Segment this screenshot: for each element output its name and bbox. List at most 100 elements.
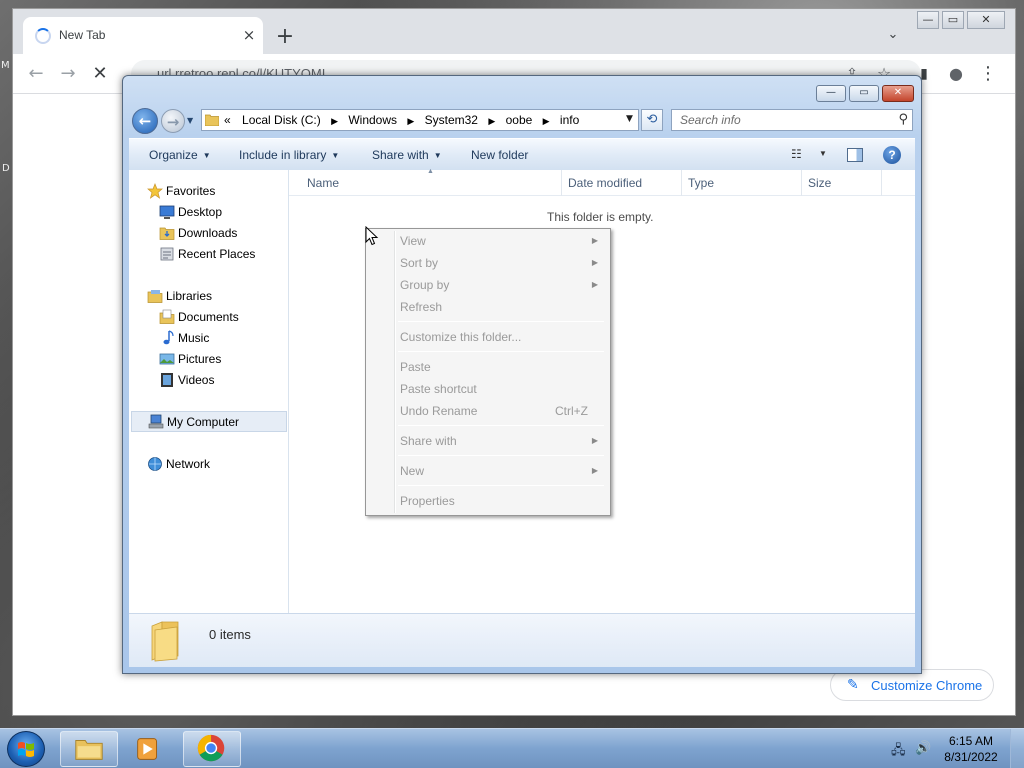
taskbar-chrome-button[interactable] [183, 731, 241, 767]
menu-item-properties[interactable]: Properties [368, 491, 608, 511]
network-icon[interactable]: 🖧 [891, 741, 906, 763]
tab-new-tab[interactable]: New Tab × [23, 17, 263, 54]
taskbar: 🖧 🔊 6:15 AM 8/31/2022 [0, 728, 1024, 768]
nav-item-desktop[interactable]: Desktop [129, 202, 287, 222]
search-box: ⚲ [671, 109, 913, 131]
change-view-icon[interactable]: ☷ [791, 147, 802, 161]
column-header-date-modified[interactable]: Date modified [568, 176, 642, 190]
new-tab-button[interactable]: + [271, 24, 299, 52]
column-divider[interactable] [561, 170, 562, 196]
menu-item-group-by[interactable]: Group by ▶ [368, 275, 608, 295]
stop-loading-icon[interactable]: ✕ [87, 61, 113, 87]
menu-item-new[interactable]: New ▶ [368, 461, 608, 481]
libraries-icon [147, 290, 163, 303]
nav-item-favorites[interactable]: Favorites [129, 181, 287, 201]
chrome-menu-icon[interactable]: ⋮ [975, 61, 1001, 87]
nav-item-libraries[interactable]: Libraries [129, 286, 287, 306]
chevron-down-icon: ▼ [433, 151, 442, 160]
nav-item-my-computer[interactable]: My Computer [131, 411, 287, 432]
tab-title: New Tab [59, 28, 106, 42]
star-icon [147, 183, 163, 199]
sort-ascending-icon: ▲ [427, 168, 434, 175]
downloads-folder-icon [159, 227, 175, 240]
include-in-library-button[interactable]: Include in library ▼ [239, 148, 339, 162]
explorer-address-bar[interactable]: « Local Disk (C:) ▶ Windows ▶ System32 ▶… [201, 109, 639, 131]
breadcrumb-item[interactable]: Local Disk (C:) [242, 113, 321, 127]
chevron-right-icon[interactable]: ▶ [331, 116, 338, 127]
forward-arrow-icon[interactable]: → [161, 109, 185, 133]
volume-icon[interactable]: 🔊 [915, 741, 931, 756]
breadcrumb-item[interactable]: Windows [348, 113, 397, 127]
profile-avatar-icon[interactable]: ● [943, 61, 969, 87]
menu-item-view[interactable]: View ▶ [368, 231, 608, 251]
nav-item-network[interactable]: Network [129, 454, 287, 474]
breadcrumb-item[interactable]: System32 [425, 113, 478, 127]
folder-icon [205, 114, 219, 126]
share-with-button[interactable]: Share with ▼ [372, 148, 442, 162]
new-folder-button[interactable]: New folder [471, 148, 528, 162]
menu-item-sort-by[interactable]: Sort by ▶ [368, 253, 608, 273]
submenu-arrow-icon: ▶ [591, 258, 598, 267]
nav-item-videos[interactable]: Videos [129, 370, 287, 390]
forward-arrow-icon[interactable]: → [55, 61, 81, 87]
column-header-type[interactable]: Type [688, 176, 714, 190]
pictures-icon [159, 353, 175, 365]
column-header-size[interactable]: Size [808, 176, 831, 190]
chrome-tabstrip: New Tab × + ⌄ — ▭ ✕ [13, 9, 1015, 54]
preview-pane-icon[interactable] [847, 148, 863, 162]
breadcrumb-item[interactable]: info [560, 113, 579, 127]
menu-item-label: Share with [400, 434, 457, 448]
menu-item-paste[interactable]: Paste [368, 357, 608, 377]
item-count: 0 items [209, 627, 251, 642]
menu-item-customize-folder[interactable]: Customize this folder... [368, 327, 608, 347]
nav-item-downloads[interactable]: Downloads [129, 223, 287, 243]
taskbar-explorer-button[interactable] [60, 731, 118, 767]
menu-item-paste-shortcut[interactable]: Paste shortcut [368, 379, 608, 399]
nav-item-music[interactable]: Music [129, 328, 287, 348]
search-icon[interactable]: ⚲ [898, 112, 908, 127]
chrome-minimize-button[interactable]: — [917, 11, 939, 29]
explorer-minimize-button[interactable]: — [816, 85, 846, 102]
start-button[interactable] [7, 731, 45, 767]
chevron-down-icon[interactable]: ▼ [819, 149, 827, 158]
breadcrumb-overflow[interactable]: « [224, 113, 231, 127]
column-divider[interactable] [881, 170, 882, 196]
menu-item-undo-rename[interactable]: Undo Rename Ctrl+Z [368, 401, 608, 421]
back-arrow-icon[interactable]: ← [132, 108, 158, 134]
organize-button[interactable]: Organize ▼ [149, 148, 211, 162]
chevron-right-icon[interactable]: ▶ [488, 116, 495, 127]
chevron-right-icon[interactable]: ▶ [543, 116, 550, 127]
chrome-close-button[interactable]: ✕ [967, 11, 1005, 29]
chrome-maximize-button[interactable]: ▭ [942, 11, 964, 29]
nav-item-pictures[interactable]: Pictures [129, 349, 287, 369]
menu-item-share-with[interactable]: Share with ▶ [368, 431, 608, 451]
menu-item-refresh[interactable]: Refresh [368, 297, 608, 317]
nav-item-documents[interactable]: Documents [129, 307, 287, 327]
chevron-down-icon[interactable]: ▼ [626, 114, 633, 124]
refresh-icon[interactable]: ⟲ [641, 109, 663, 131]
nav-item-label: Desktop [178, 205, 223, 219]
tab-close-icon[interactable]: × [239, 25, 259, 45]
column-divider[interactable] [801, 170, 802, 196]
system-clock[interactable]: 6:15 AM 8/31/2022 [936, 733, 1006, 765]
folder-icon [151, 621, 179, 662]
taskbar-media-player-button[interactable] [122, 731, 176, 767]
column-divider[interactable] [681, 170, 682, 196]
chevron-right-icon[interactable]: ▶ [407, 116, 414, 127]
customize-chrome-label: Customize Chrome [871, 678, 983, 693]
breadcrumb-item[interactable]: oobe [506, 113, 533, 127]
documents-icon [159, 309, 175, 324]
menu-item-label: New [400, 464, 425, 478]
help-icon[interactable]: ? [883, 146, 901, 164]
tab-search-icon[interactable]: ⌄ [883, 27, 903, 47]
recent-pages-dropdown-icon[interactable]: ▼ [187, 116, 193, 125]
submenu-arrow-icon: ▶ [591, 236, 598, 245]
explorer-close-button[interactable]: ✕ [882, 85, 914, 102]
show-desktop-button[interactable] [1010, 729, 1024, 768]
column-header-name[interactable]: Name [307, 176, 339, 190]
nav-item-recent-places[interactable]: Recent Places [129, 244, 287, 264]
explorer-maximize-button[interactable]: ▭ [849, 85, 879, 102]
search-input[interactable] [672, 110, 892, 130]
pencil-icon: ✎ [847, 676, 859, 692]
back-arrow-icon[interactable]: ← [23, 61, 49, 87]
